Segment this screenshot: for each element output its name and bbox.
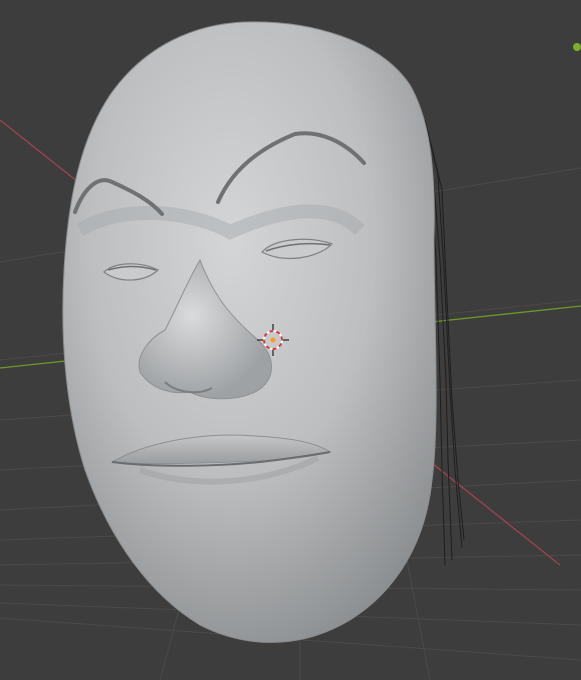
viewport-scene[interactable] (0, 0, 581, 680)
object-origin-icon[interactable] (573, 43, 581, 51)
3d-viewport[interactable] (0, 0, 581, 680)
